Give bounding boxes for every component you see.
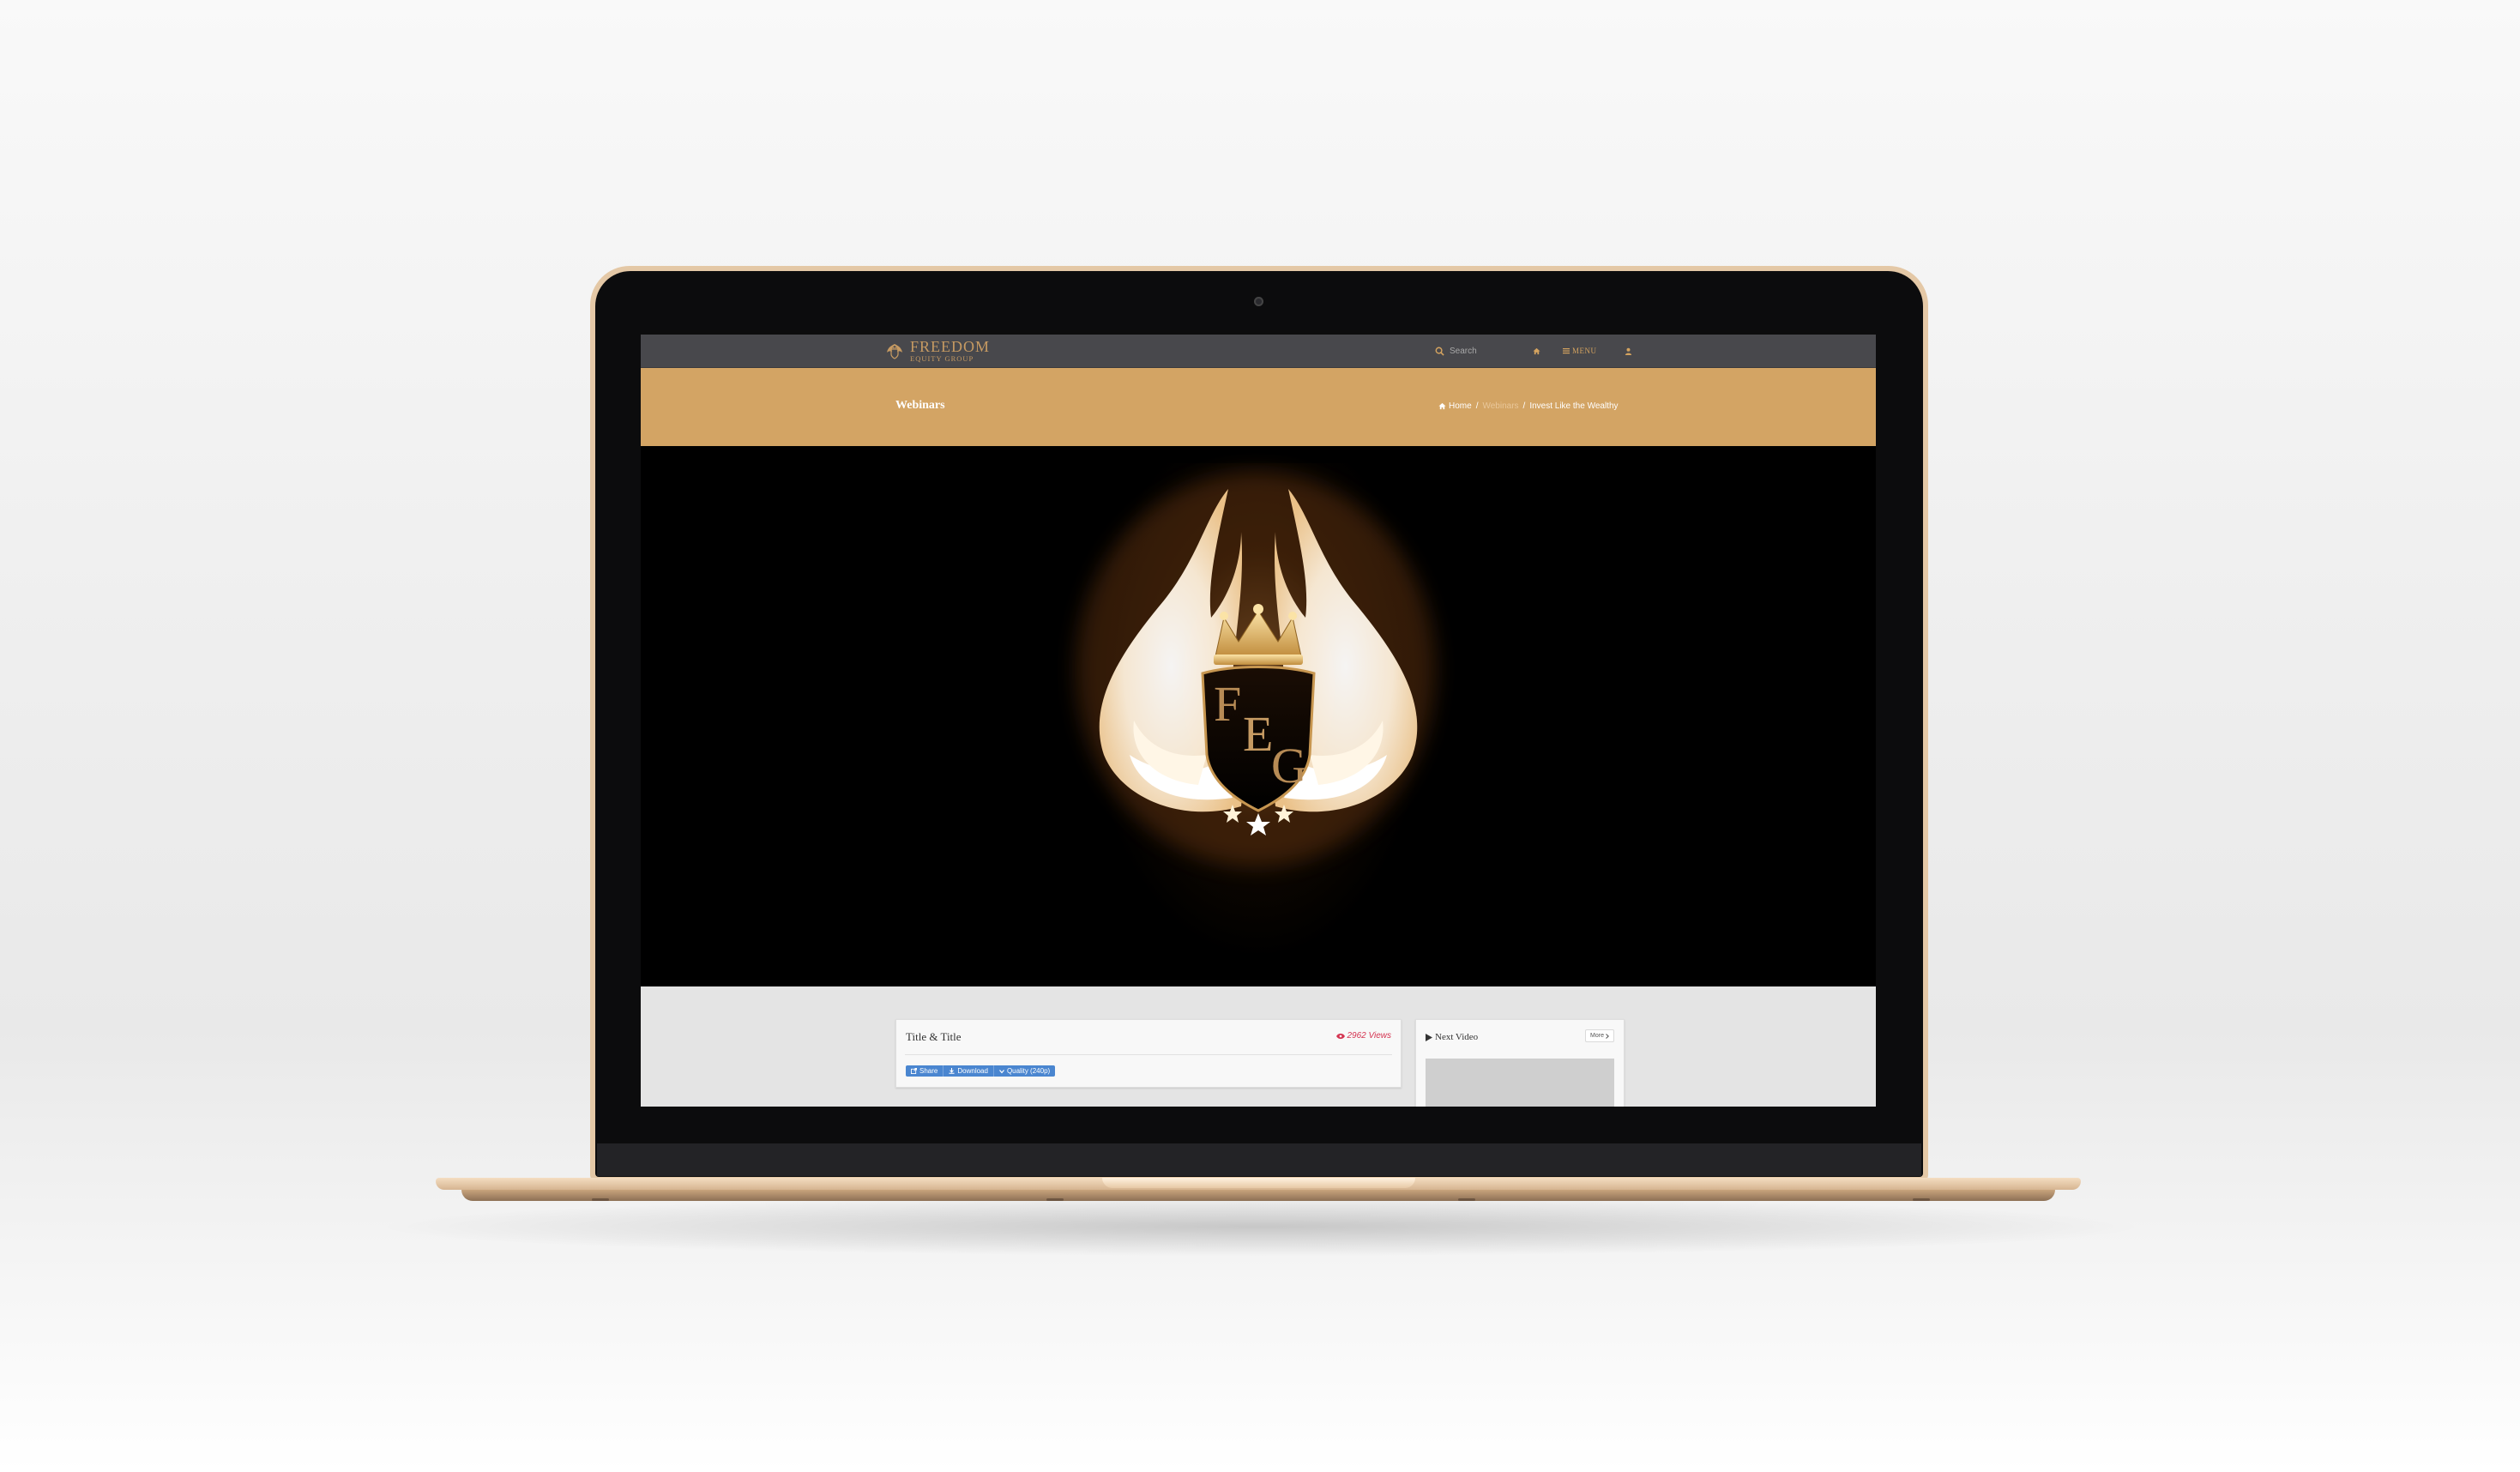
svg-text:F: F (1214, 676, 1241, 732)
video-title: Title & Title (906, 1030, 962, 1043)
breadcrumb-home[interactable]: Home (1449, 401, 1472, 411)
next-video-card: Next Video More (1415, 1019, 1625, 1107)
more-label: More (1590, 1033, 1604, 1039)
search-input[interactable] (1450, 344, 1518, 358)
eye-icon (1336, 1033, 1346, 1039)
chevron-right-icon (1606, 1033, 1609, 1039)
next-video-thumbnail[interactable] (1426, 1059, 1614, 1107)
menu-button[interactable]: MENU (1563, 344, 1597, 358)
feg-wings-emblem: F E G (1076, 472, 1436, 866)
download-icon (949, 1068, 955, 1074)
video-player[interactable]: F E G (641, 446, 1876, 986)
laptop-hinge-notch (1102, 1178, 1415, 1188)
laptop-foot (1458, 1198, 1475, 1201)
breadcrumb-webinars[interactable]: Webinars (1482, 401, 1518, 411)
logo-line-1: FREEDOM (910, 338, 991, 356)
chevron-down-icon (998, 1069, 1004, 1073)
next-video-heading: Next Video (1426, 1032, 1478, 1042)
webcam (1254, 297, 1263, 306)
laptop-foot (592, 1198, 609, 1201)
breadcrumb-separator: / (1475, 401, 1479, 411)
search-icon (1435, 347, 1444, 356)
laptop-shadow (369, 1197, 2153, 1257)
download-label: Download (957, 1067, 988, 1075)
quality-button[interactable]: Quality (240p) (992, 1065, 1055, 1077)
breadcrumb-separator: / (1522, 401, 1526, 411)
share-icon (911, 1068, 917, 1074)
home-icon (1438, 402, 1446, 410)
share-label: Share (919, 1067, 938, 1075)
user-icon (1625, 347, 1631, 355)
page-banner: Webinars Home / Webinars / Invest Like t… (641, 368, 1876, 446)
logo-line-2: EQUITY GROUP (910, 354, 974, 364)
brand-logo[interactable]: FREEDOM EQUITY GROUP (884, 338, 990, 364)
divider (905, 1054, 1392, 1055)
quality-label: Quality (240p) (1006, 1067, 1051, 1075)
svg-text:E: E (1243, 706, 1273, 762)
next-video-title: Next Video (1435, 1032, 1479, 1042)
page-title: Webinars (895, 399, 945, 412)
play-icon (1426, 1033, 1432, 1041)
video-action-buttons: Share Download Quality (240p) (906, 1065, 1056, 1077)
home-button[interactable] (1529, 344, 1543, 358)
breadcrumb: Home / Webinars / Invest Like the Wealth… (1438, 401, 1619, 411)
view-count: 2962 Views (1336, 1031, 1391, 1041)
home-icon (1532, 347, 1540, 354)
laptop-screen: FREEDOM EQUITY GROUP MENU (641, 335, 1876, 1107)
laptop-chin (597, 1143, 1921, 1176)
search-box[interactable] (1435, 343, 1524, 359)
laptop-foot (1913, 1198, 1930, 1201)
content-area: Title & Title 2962 Views Share Download … (641, 986, 1876, 1107)
share-button[interactable]: Share (906, 1065, 943, 1077)
view-count-text: 2962 Views (1347, 1031, 1391, 1041)
more-button[interactable]: More (1585, 1029, 1614, 1042)
laptop-foot (1046, 1198, 1064, 1201)
breadcrumb-current: Invest Like the Wealthy (1529, 401, 1619, 411)
download-button[interactable]: Download (943, 1065, 993, 1077)
menu-label: MENU (1572, 347, 1597, 355)
user-button[interactable] (1621, 344, 1635, 358)
top-navbar: FREEDOM EQUITY GROUP MENU (641, 335, 1876, 368)
video-info-card: Title & Title 2962 Views Share Download … (895, 1019, 1402, 1088)
svg-text:G: G (1271, 738, 1307, 793)
hamburger-icon (1563, 348, 1570, 354)
wings-crest-icon (887, 344, 902, 359)
laptop-base-lip (461, 1190, 2055, 1201)
